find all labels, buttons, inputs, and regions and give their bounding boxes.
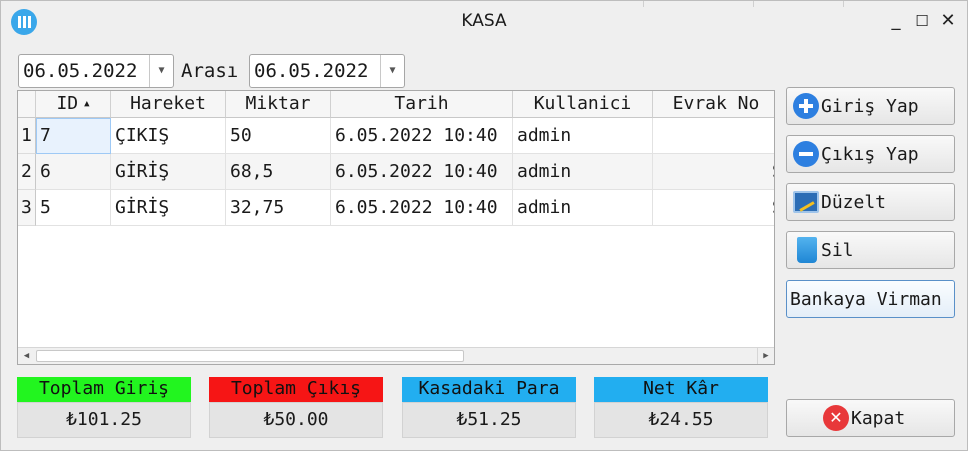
cell-tarih[interactable]: 6.05.2022 10:40 <box>331 190 513 226</box>
start-date-value: 06.05.2022 <box>23 60 138 82</box>
cikis-yap-button[interactable]: Çıkış Yap <box>786 135 955 173</box>
edit-icon <box>793 191 819 213</box>
end-date-picker[interactable]: 06.05.2022 ▼ <box>249 54 405 88</box>
cell-kullanici[interactable]: admin <box>513 154 653 190</box>
cell-hareket[interactable]: GİRİŞ <box>111 154 226 190</box>
scroll-right-icon[interactable]: ▶ <box>757 348 774 364</box>
column-header-evrak-no[interactable]: Evrak No <box>653 91 774 118</box>
plus-circle-icon <box>793 93 819 119</box>
bankaya-virman-label: Bankaya Virman <box>790 288 942 310</box>
cell-evrak-no[interactable] <box>653 118 774 154</box>
start-date-picker[interactable]: 06.05.2022 ▼ <box>18 54 174 88</box>
cell-hareket[interactable]: GİRİŞ <box>111 190 226 226</box>
cell-tarih[interactable]: 6.05.2022 10:40 <box>331 154 513 190</box>
toplam-giris-value: ₺101.25 <box>17 402 191 438</box>
kapat-label: Kapat <box>851 407 906 429</box>
sort-ascending-icon: ▲ <box>84 99 90 109</box>
cell-id[interactable]: 7 <box>36 118 111 154</box>
cell-miktar[interactable]: 32,75 <box>226 190 331 226</box>
table-corner[interactable] <box>18 91 36 118</box>
cell-miktar[interactable]: 68,5 <box>226 154 331 190</box>
column-header-kullanici[interactable]: Kullanici <box>513 91 653 118</box>
horizontal-scrollbar[interactable]: ◀ ▶ <box>18 347 774 364</box>
column-header-hareket[interactable]: Hareket <box>111 91 226 118</box>
duzelt-label: Düzelt <box>821 191 887 213</box>
column-header-tarih[interactable]: Tarih <box>331 91 513 118</box>
scrollbar-thumb[interactable] <box>36 350 464 362</box>
title-bar: KASA _ ☐ ✕ <box>1 1 967 41</box>
cell-evrak-no[interactable] <box>653 190 774 226</box>
net-kar-value: ₺24.55 <box>594 402 768 438</box>
column-header-miktar[interactable]: Miktar <box>226 91 331 118</box>
minimize-icon[interactable]: _ <box>884 9 908 33</box>
toplam-cikis-value: ₺50.00 <box>209 402 383 438</box>
cell-extra[interactable]: S <box>768 190 774 226</box>
close-icon[interactable]: ✕ <box>936 9 960 33</box>
row-number[interactable]: 3 <box>18 190 36 226</box>
kapat-button[interactable]: ✕ Kapat <box>786 399 955 437</box>
trash-icon <box>797 237 817 263</box>
scroll-left-icon[interactable]: ◀ <box>18 348 35 364</box>
duzelt-button[interactable]: Düzelt <box>786 183 955 221</box>
divider <box>753 1 754 7</box>
cell-hareket[interactable]: ÇIKIŞ <box>111 118 226 154</box>
toplam-giris-label: Toplam Giriş <box>17 377 191 402</box>
divider <box>643 1 644 7</box>
bankaya-virman-button[interactable]: Bankaya Virman <box>786 280 955 318</box>
cell-id[interactable]: 5 <box>36 190 111 226</box>
cell-kullanici[interactable]: admin <box>513 118 653 154</box>
giris-yap-button[interactable]: Giriş Yap <box>786 87 955 125</box>
cell-id[interactable]: 6 <box>36 154 111 190</box>
kasadaki-para-label: Kasadaki Para <box>402 377 576 402</box>
kasadaki-para-value: ₺51.25 <box>402 402 576 438</box>
chevron-down-icon[interactable]: ▼ <box>149 55 173 87</box>
cell-tarih[interactable]: 6.05.2022 10:40 <box>331 118 513 154</box>
sil-label: Sil <box>821 239 854 261</box>
row-number[interactable]: 2 <box>18 154 36 190</box>
date-range-separator: Arası <box>181 60 239 82</box>
divider <box>843 1 844 7</box>
end-date-value: 06.05.2022 <box>254 60 369 82</box>
row-number[interactable]: 1 <box>18 118 36 154</box>
cell-kullanici[interactable]: admin <box>513 190 653 226</box>
minus-circle-icon <box>793 141 819 167</box>
chevron-down-icon[interactable]: ▼ <box>380 55 404 87</box>
column-header-id[interactable]: ID ▲ <box>36 91 111 118</box>
toplam-cikis-label: Toplam Çıkış <box>209 377 383 402</box>
kasa-table[interactable]: ID ▲ Hareket Miktar Tarih Kullanici Evrak… <box>17 90 775 365</box>
window-title: KASA <box>461 11 507 31</box>
cell-evrak-no[interactable] <box>653 154 774 190</box>
close-circle-icon: ✕ <box>823 405 849 431</box>
cell-extra[interactable]: S <box>768 154 774 190</box>
maximize-icon[interactable]: ☐ <box>910 9 934 33</box>
kasa-window: KASA _ ☐ ✕ 06.05.2022 ▼ Arası 06.05.2022… <box>0 0 968 451</box>
cell-miktar[interactable]: 50 <box>226 118 331 154</box>
sil-button[interactable]: Sil <box>786 231 955 269</box>
net-kar-label: Net Kâr <box>594 377 768 402</box>
cikis-yap-label: Çıkış Yap <box>821 143 919 165</box>
giris-yap-label: Giriş Yap <box>821 95 919 117</box>
